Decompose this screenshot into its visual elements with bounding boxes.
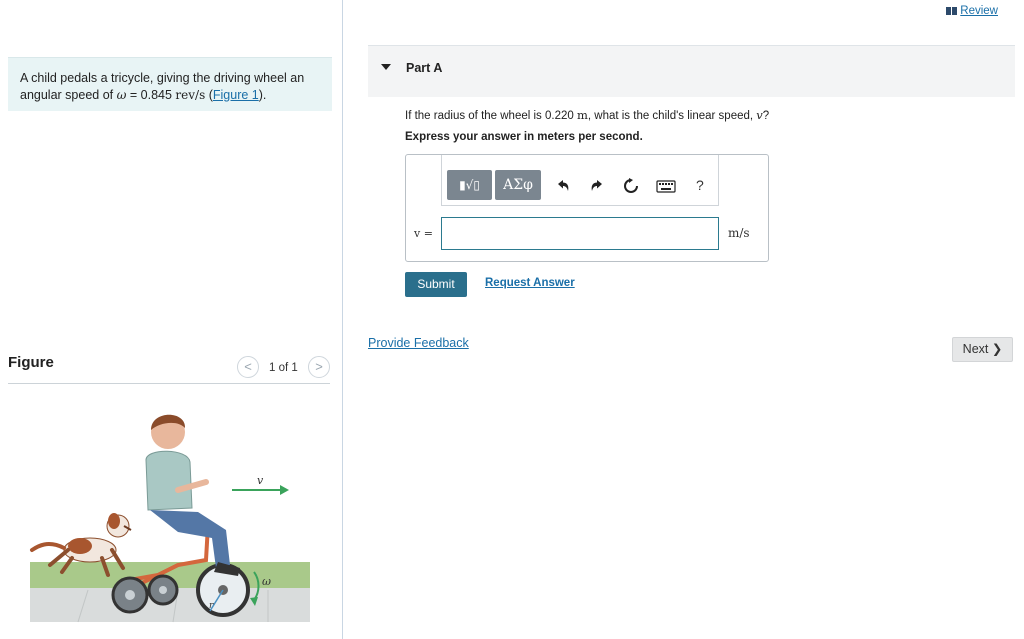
chevron-left-icon: < [244, 359, 252, 374]
chevron-right-icon: > [315, 359, 323, 374]
velocity-label: v [257, 474, 264, 487]
answer-unit-label: m/s [728, 226, 750, 240]
right-panel: Review Part A If the radius of the wheel… [344, 0, 1024, 639]
review-link[interactable]: Review [946, 5, 998, 17]
question-end: ? [762, 110, 770, 122]
request-answer-link[interactable]: Request Answer [485, 277, 575, 289]
part-label: Part A [406, 61, 443, 75]
answer-variable-label: v = [414, 227, 433, 240]
greek-symbols-button[interactable]: ΑΣφ [495, 170, 541, 200]
figure-title: Figure [8, 354, 54, 371]
reset-icon[interactable] [622, 177, 640, 195]
provide-feedback-link[interactable]: Provide Feedback [368, 336, 469, 350]
question-prefix: If the radius of the wheel is 0.220 [405, 110, 577, 122]
next-figure-button[interactable]: > [308, 356, 330, 378]
question-suffix: , what is the child's linear speed, [587, 110, 757, 122]
figure-pager-label: 1 of 1 [269, 362, 298, 374]
omega-label: ω [262, 575, 271, 588]
part-a-header[interactable]: Part A [368, 46, 1015, 97]
submit-button[interactable]: Submit [405, 272, 467, 297]
next-button[interactable]: Next ❯ [952, 337, 1013, 362]
tricycle-figure: r v ω [30, 414, 310, 623]
left-panel: A child pedals a tricycle, giving the dr… [0, 0, 343, 639]
book-icon [946, 6, 958, 15]
paren-open: ( [205, 88, 213, 102]
problem-value: = 0.845 [126, 88, 176, 102]
templates-icon: ▮√▯ [459, 178, 480, 192]
greek-icon: ΑΣφ [503, 177, 533, 193]
previous-figure-button[interactable]: < [237, 356, 259, 378]
problem-line-2: angular speed of ω = 0.845 rev/s (Figure… [20, 87, 320, 104]
answer-box: ▮√▯ ΑΣφ ? v = m/s [405, 154, 769, 262]
math-toolbar: ▮√▯ ΑΣφ ? [441, 155, 719, 206]
answer-input[interactable] [441, 217, 719, 250]
question-text: If the radius of the wheel is 0.220 m, w… [405, 108, 769, 122]
keyboard-icon[interactable] [656, 177, 676, 195]
caret-down-icon [381, 64, 391, 70]
answer-instruction: Express your answer in meters per second… [405, 131, 643, 143]
problem-statement: A child pedals a tricycle, giving the dr… [8, 57, 332, 111]
child-illustration [145, 414, 240, 576]
redo-icon[interactable] [588, 177, 606, 195]
undo-icon[interactable] [554, 177, 572, 195]
problem-unit: rev/s [175, 88, 206, 102]
omega-symbol: ω [116, 88, 127, 102]
problem-line-1: A child pedals a tricycle, giving the dr… [20, 71, 305, 85]
figure-link[interactable]: Figure 1 [213, 88, 259, 102]
review-label: Review [960, 5, 998, 17]
paren-close: ). [258, 88, 267, 102]
templates-button[interactable]: ▮√▯ [447, 170, 492, 200]
question-unit: m [576, 108, 588, 122]
help-icon[interactable]: ? [696, 177, 704, 193]
radius-label: r [209, 601, 214, 611]
problem-text: angular speed of [20, 88, 117, 102]
figure-divider [8, 383, 330, 384]
